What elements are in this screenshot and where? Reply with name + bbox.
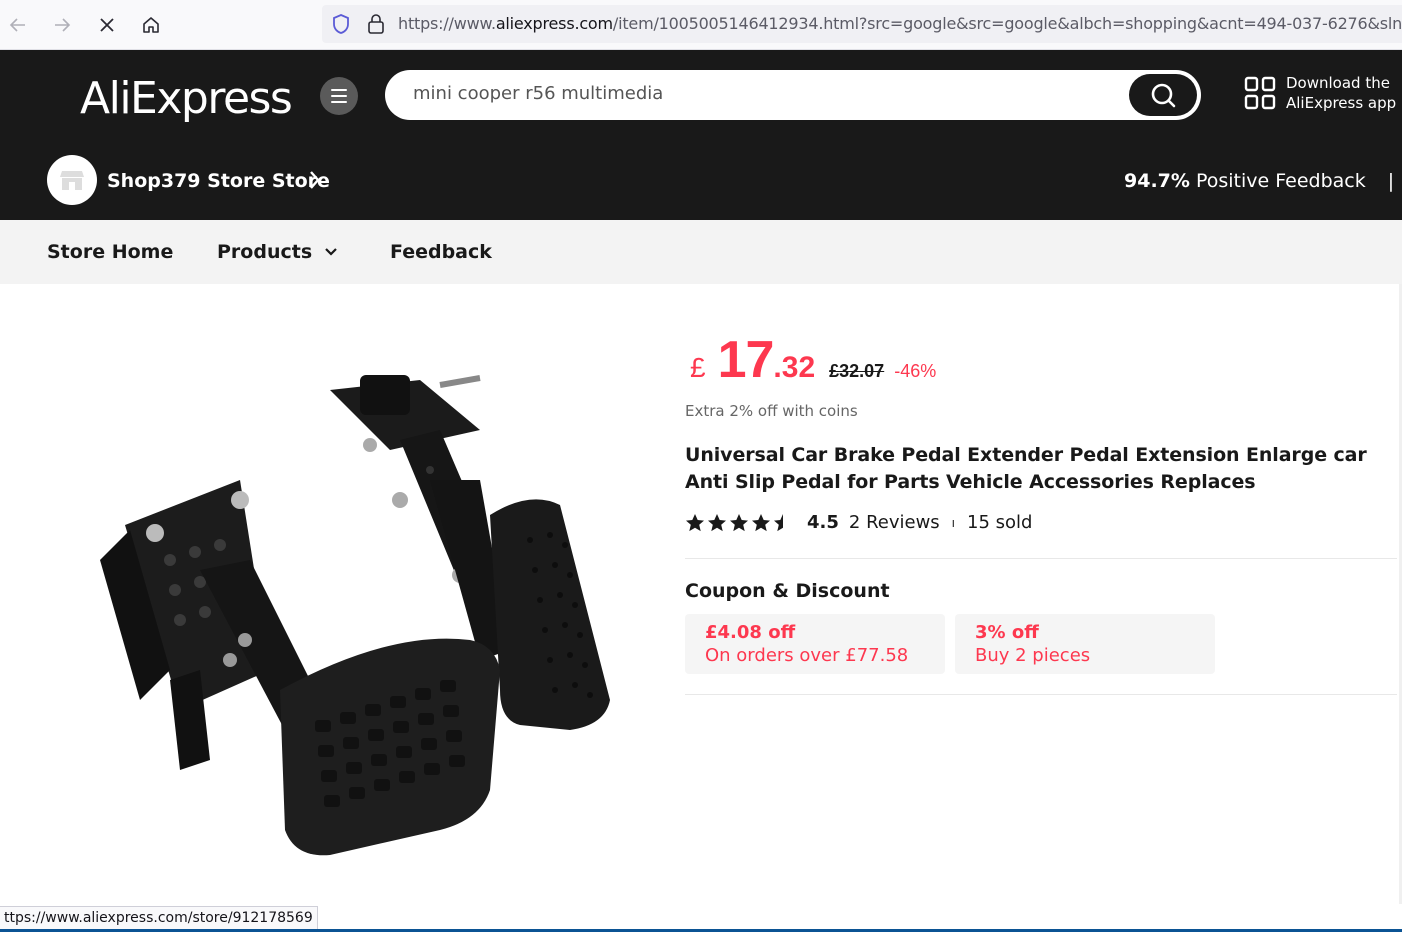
- divider: [685, 558, 1397, 559]
- download-app-line1: Download the: [1286, 74, 1390, 92]
- home-icon[interactable]: [136, 10, 166, 40]
- category-menu-button[interactable]: [320, 77, 358, 115]
- store-navigation: Store Home Products Feedback: [0, 220, 1402, 284]
- coupon-card[interactable]: £4.08 off On orders over £77.58: [685, 614, 945, 674]
- rating-value: 4.5: [807, 512, 839, 533]
- store-avatar[interactable]: [47, 155, 97, 205]
- menu-icon-bar: [331, 101, 347, 103]
- coupon-section-title: Coupon & Discount: [685, 580, 890, 602]
- sold-count: 15 sold: [967, 512, 1033, 533]
- price-decimal: .32: [773, 351, 816, 384]
- forward-arrow-icon[interactable]: [47, 10, 77, 40]
- link-status-bar: ttps://www.aliexpress.com/store/91217856…: [0, 906, 318, 930]
- store-feedback: 94.7% Positive Feedback|5: [1124, 170, 1402, 192]
- feedback-label: Positive Feedback: [1195, 170, 1366, 192]
- price-row: £ 17 .32 £32.07 -46%: [690, 330, 936, 390]
- coupon-condition: Buy 2 pieces: [975, 645, 1091, 666]
- original-price: £32.07: [829, 361, 885, 381]
- star-rating: [685, 513, 793, 533]
- coupon-card[interactable]: 3% off Buy 2 pieces: [955, 614, 1215, 674]
- search-input[interactable]: [413, 83, 1093, 104]
- discount-percent: -46%: [894, 361, 937, 381]
- back-arrow-icon[interactable]: [3, 10, 33, 40]
- coins-note: Extra 2% off with coins: [685, 402, 858, 420]
- store-icon: [60, 171, 84, 190]
- nav-products[interactable]: Products: [217, 241, 338, 263]
- download-app-line2: AliExpress app: [1286, 94, 1397, 112]
- lock-icon[interactable]: [366, 13, 386, 40]
- star-full-icon: [686, 513, 704, 531]
- aliexpress-logo[interactable]: AliExpress: [80, 73, 293, 124]
- address-bar[interactable]: https://www.aliexpress.com/item/10050051…: [322, 5, 1402, 43]
- search-icon: [1151, 83, 1176, 108]
- search-button[interactable]: [1129, 74, 1197, 116]
- nav-feedback[interactable]: Feedback: [390, 241, 492, 263]
- download-app-link[interactable]: Download the AliExpress app: [1244, 73, 1396, 113]
- rating-separator: ı: [951, 515, 956, 530]
- site-header: AliExpress Download the AliExpress app S…: [0, 50, 1402, 220]
- chevron-right-icon[interactable]: [308, 168, 322, 197]
- menu-icon-bar: [331, 95, 347, 97]
- tracking-shield-icon[interactable]: [330, 13, 352, 40]
- menu-icon-bar: [331, 89, 347, 91]
- store-name-link[interactable]: Shop379 Store Store: [107, 170, 330, 192]
- nav-store-home[interactable]: Store Home: [47, 241, 173, 263]
- coupon-amount: 3% off: [975, 622, 1039, 643]
- feedback-separator: |: [1387, 170, 1395, 192]
- star-full-icon: [730, 513, 748, 531]
- qr-code-icon: [1244, 76, 1276, 110]
- coupon-amount: £4.08 off: [705, 622, 796, 643]
- product-title: Universal Car Brake Pedal Extender Pedal…: [685, 444, 1367, 493]
- reviews-link[interactable]: 2 Reviews: [849, 512, 940, 533]
- price-currency: £: [690, 352, 706, 383]
- price-integer: 17: [717, 331, 775, 389]
- divider: [685, 694, 1397, 695]
- chevron-down-icon: [325, 248, 337, 256]
- rating-row: 4.5 2 Reviews ı 15 sold: [685, 512, 1032, 533]
- star-full-icon: [752, 513, 770, 531]
- search-bar: [385, 70, 1201, 120]
- stop-loading-icon[interactable]: [92, 10, 122, 40]
- star-half-icon: [774, 513, 783, 531]
- coupon-condition: On orders over £77.58: [705, 645, 909, 666]
- star-full-icon: [708, 513, 726, 531]
- feedback-percent: 94.7%: [1124, 170, 1190, 192]
- nav-products-label: Products: [217, 241, 313, 263]
- browser-toolbar: https://www.aliexpress.com/item/10050051…: [0, 0, 1402, 50]
- product-image[interactable]: [60, 340, 640, 880]
- url-text: https://www.aliexpress.com/item/10050051…: [398, 14, 1402, 33]
